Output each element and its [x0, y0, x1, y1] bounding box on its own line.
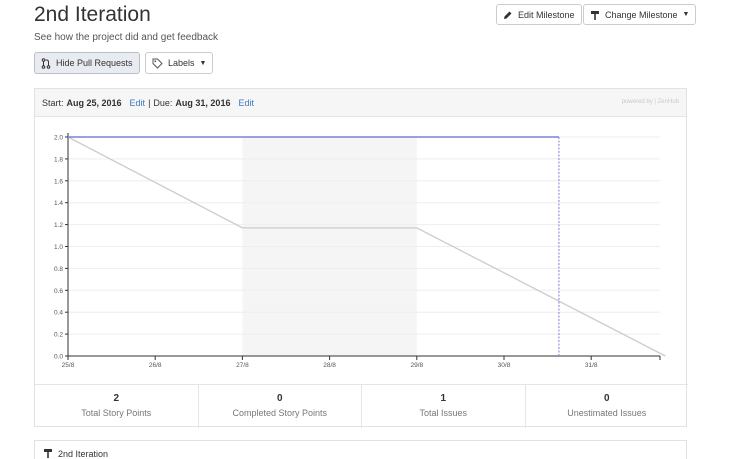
hide-pull-requests-label: Hide Pull Requests: [56, 58, 133, 68]
x-tick-label: 29/8: [410, 362, 423, 369]
burndown-chart: 0.0 0.2 0.4 0.6 0.8 1.0 1.2 1.4 1.6 1.8 2.0 25/8 26/…: [54, 133, 666, 369]
tag-icon: [152, 58, 163, 69]
stat-value: 0: [276, 393, 283, 404]
milestone-icon: [43, 448, 53, 459]
stat-value: 1: [440, 393, 447, 404]
milestone-issues-title: 2nd Iteration: [58, 449, 109, 459]
y-tick-label: 0.2: [54, 332, 63, 339]
labels-label: Labels: [168, 58, 195, 68]
date-separator: |: [148, 97, 151, 108]
y-tick-label: 1.6: [54, 178, 63, 185]
y-tick-label: 0.6: [54, 288, 63, 295]
milestone-issues-header[interactable]: 2nd Iteration: [35, 441, 686, 459]
pull-request-icon: [41, 57, 51, 69]
due-label: Due:: [153, 97, 173, 108]
edit-milestone-button[interactable]: Edit Milestone: [496, 4, 582, 25]
change-milestone-label: Change Milestone: [605, 9, 678, 20]
stat-label: Unestimated Issues: [567, 408, 647, 418]
x-tick-label: 25/8: [62, 362, 75, 369]
y-tick-label: 1.0: [54, 244, 63, 251]
y-tick-label: 0.8: [54, 266, 63, 273]
stat-total-story-points: 2 Total Story Points: [35, 385, 199, 428]
start-label: Start:: [42, 97, 64, 108]
y-tick-label: 0.4: [54, 310, 63, 317]
y-tick-label: 0.0: [54, 354, 63, 361]
x-tick-label: 30/8: [498, 362, 511, 369]
x-tick-label: 28/8: [323, 362, 336, 369]
y-tick-label: 2.0: [54, 135, 63, 142]
hide-pull-requests-button[interactable]: Hide Pull Requests: [34, 52, 140, 74]
pencil-icon: [503, 10, 513, 20]
y-tick-label: 1.4: [54, 200, 63, 207]
stat-unestimated-issues: 0 Unestimated Issues: [526, 385, 689, 428]
y-tick-label: 1.2: [54, 222, 63, 229]
page-subtitle: See how the project did and get feedback: [34, 32, 219, 43]
stat-value: 0: [603, 393, 610, 404]
stat-completed-story-points: 0 Completed Story Points: [199, 385, 362, 428]
start-date: Aug 25, 2016: [66, 97, 122, 108]
milestone-dates-bar: Start: Aug 25, 2016 Edit | Due: Aug 31, …: [35, 89, 686, 117]
edit-start-link[interactable]: Edit: [130, 98, 146, 108]
milestone-issues-panel: 2nd Iteration: [34, 440, 687, 459]
edit-milestone-label: Edit Milestone: [518, 9, 575, 20]
stat-value: 2: [113, 393, 120, 404]
chevron-down-icon: ▼: [682, 11, 690, 18]
stat-label: Total Issues: [419, 408, 468, 418]
powered-by-zenhub[interactable]: powered by | ZenHub: [622, 99, 679, 105]
x-tick-label: 26/8: [149, 362, 162, 369]
milestone-icon: [590, 10, 600, 20]
stat-label: Completed Story Points: [232, 408, 328, 418]
due-date: Aug 31, 2016: [175, 97, 231, 108]
stat-label: Total Story Points: [81, 408, 152, 418]
stats-row: 2 Total Story Points 0 Completed Story P…: [35, 384, 688, 428]
change-milestone-button[interactable]: Change Milestone ▼: [583, 4, 697, 25]
stat-total-issues: 1 Total Issues: [362, 385, 526, 428]
page-title: 2nd Iteration: [34, 3, 151, 26]
burndown-panel: Start: Aug 25, 2016 Edit | Due: Aug 31, …: [34, 88, 688, 428]
x-tick-label: 27/8: [236, 362, 249, 369]
chevron-down-icon: ▼: [199, 59, 207, 67]
labels-dropdown-button[interactable]: Labels ▼: [145, 52, 214, 74]
x-tick-label: 31/8: [585, 362, 598, 369]
y-tick-label: 1.8: [54, 156, 63, 163]
edit-due-link[interactable]: Edit: [238, 98, 254, 108]
